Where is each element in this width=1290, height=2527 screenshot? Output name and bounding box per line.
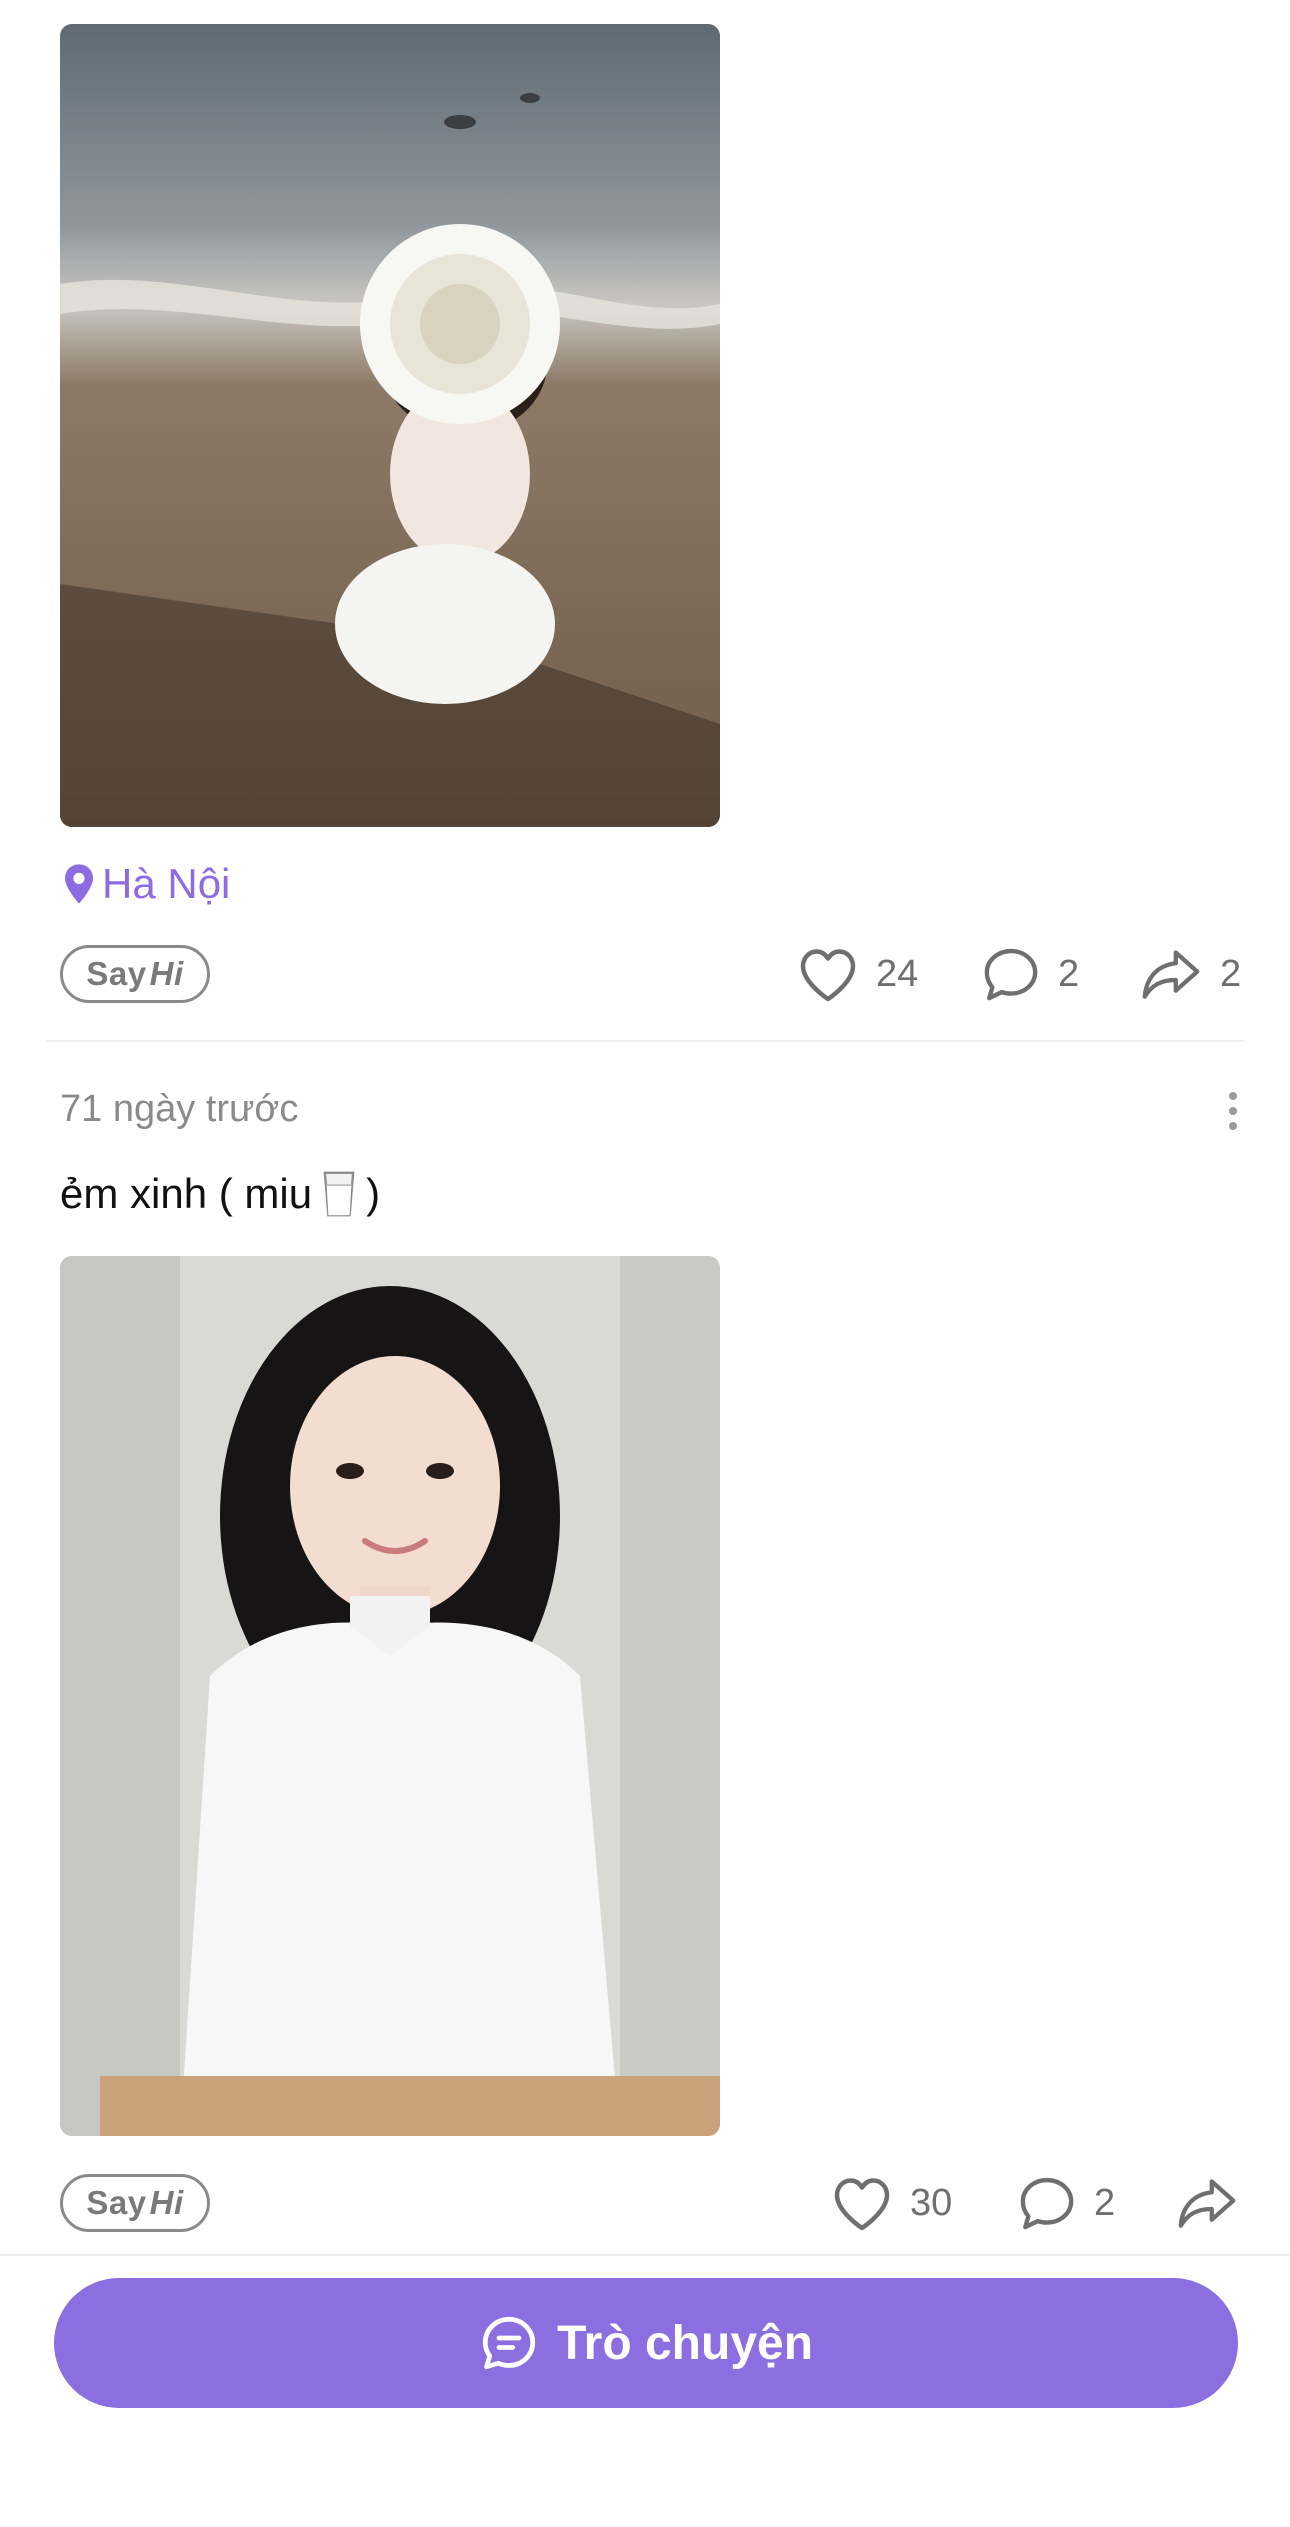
location-label: Hà Nội xyxy=(102,860,231,907)
comment-count: 2 xyxy=(1058,952,1080,995)
caption-text-end: ) xyxy=(366,1170,381,1217)
say-hi-button[interactable]: Say Hi xyxy=(60,2174,210,2232)
post-photo-beach[interactable] xyxy=(60,24,720,827)
like-count: 24 xyxy=(876,952,919,995)
say-hi-hi: Hi xyxy=(149,2184,184,2221)
like-button[interactable]: 30 xyxy=(832,2175,952,2231)
say-hi-say: Say xyxy=(86,955,147,992)
chat-button-label: Trò chuyện xyxy=(556,2316,814,2370)
chat-bubble-icon xyxy=(482,2316,536,2370)
portrait-photo-image xyxy=(60,1256,720,2136)
share-arrow-icon xyxy=(1178,2179,1236,2228)
post-timestamp: 71 ngày trước xyxy=(60,1088,299,1130)
milk-glass-icon xyxy=(323,1171,355,1217)
share-count: 2 xyxy=(1220,952,1242,995)
comment-button[interactable]: 2 xyxy=(1018,2175,1115,2231)
beach-photo-image xyxy=(60,24,720,827)
share-arrow-icon xyxy=(1142,950,1200,999)
share-button[interactable]: 2 xyxy=(1140,946,1241,1002)
map-pin-icon xyxy=(65,864,93,904)
post-caption: ẻm xinh ( miu ) xyxy=(60,1170,380,1218)
say-hi-say: Say xyxy=(86,2184,147,2221)
more-options-icon[interactable] xyxy=(1228,1092,1238,1130)
post-photo-portrait[interactable] xyxy=(60,1256,720,2136)
heart-icon xyxy=(800,949,856,1002)
caption-text: ẻm xinh ( miu xyxy=(60,1170,313,1217)
say-hi-button[interactable]: Say Hi xyxy=(60,945,210,1003)
comment-count: 2 xyxy=(1094,2181,1116,2224)
like-count: 30 xyxy=(910,2181,953,2224)
comment-button[interactable]: 2 xyxy=(982,946,1079,1002)
say-hi-hi: Hi xyxy=(149,955,184,992)
comment-bubble-icon xyxy=(984,948,1038,1001)
location-tag[interactable]: Hà Nội xyxy=(62,858,230,910)
chat-button[interactable]: Trò chuyện xyxy=(54,2278,1238,2408)
share-button[interactable] xyxy=(1176,2175,1238,2231)
comment-bubble-icon xyxy=(1020,2177,1074,2230)
like-button[interactable]: 24 xyxy=(798,946,918,1002)
post-divider xyxy=(46,1040,1244,1042)
heart-icon xyxy=(834,2178,890,2231)
